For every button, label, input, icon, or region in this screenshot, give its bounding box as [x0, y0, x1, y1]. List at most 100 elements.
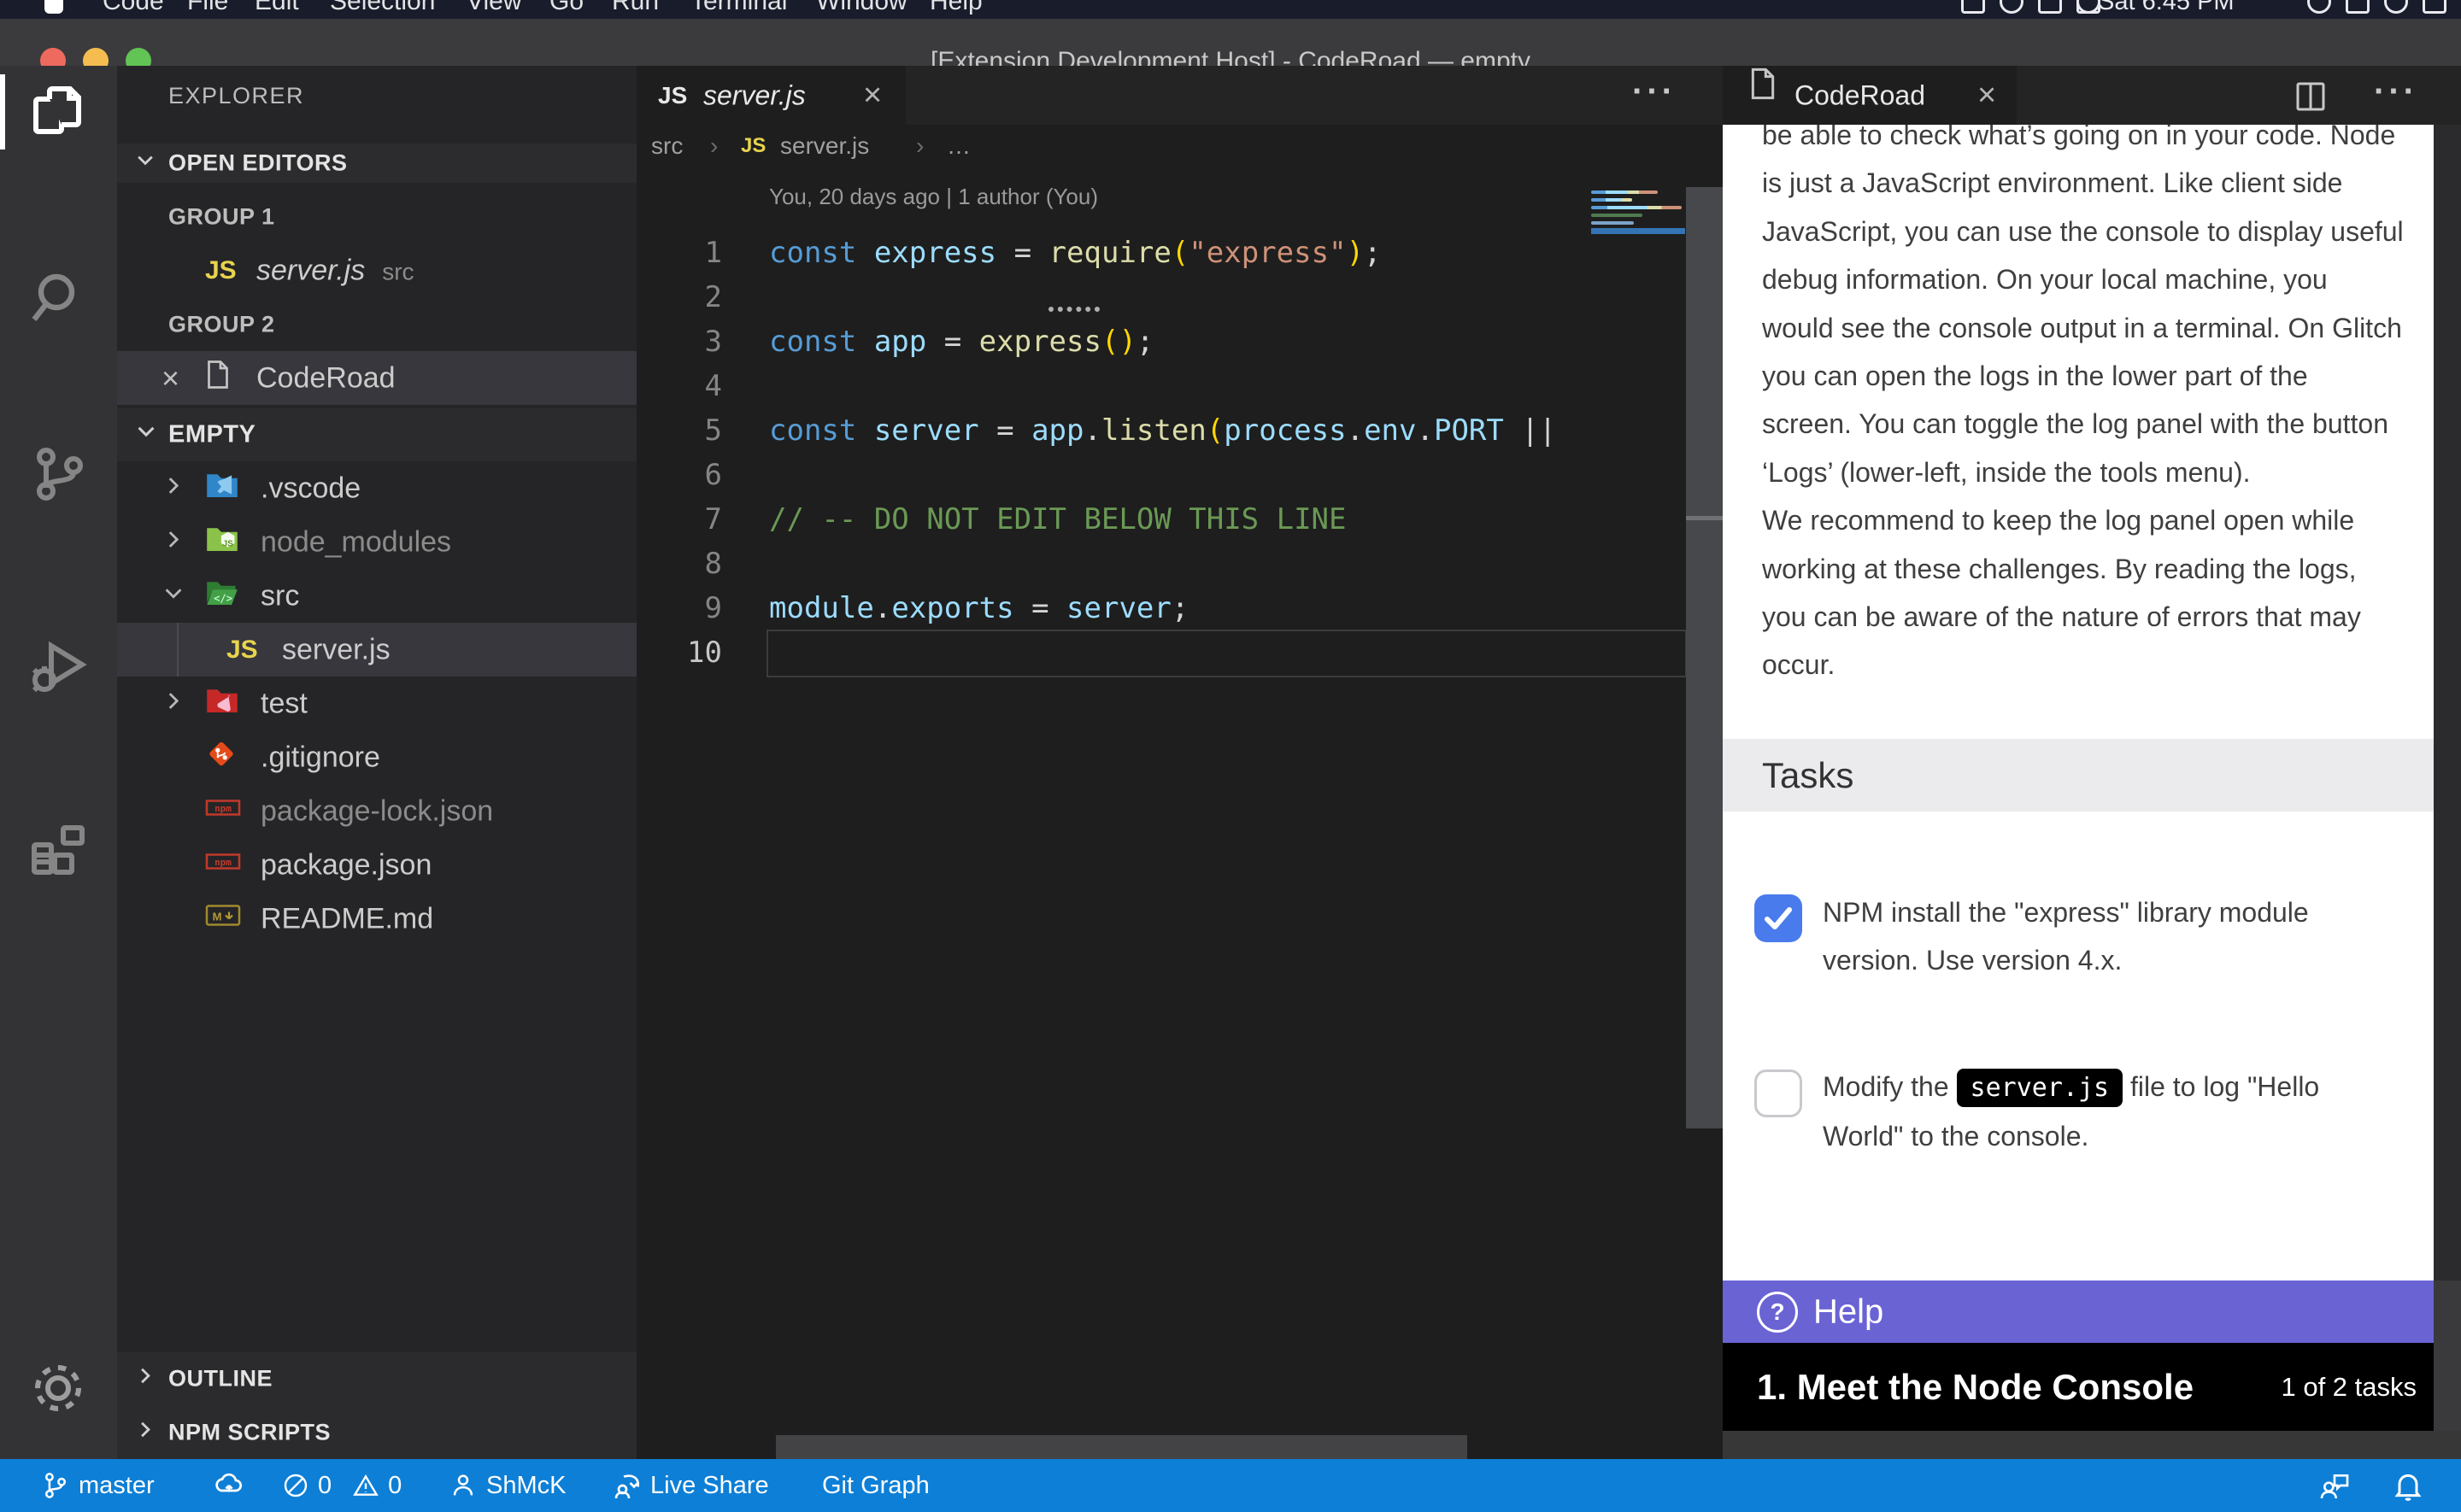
js-file-icon: JS — [741, 134, 766, 158]
source-control-icon[interactable] — [27, 443, 89, 505]
feedback-button[interactable] — [2317, 1459, 2352, 1512]
task-checkbox-checked[interactable] — [1754, 894, 1802, 942]
activity-bar — [0, 66, 117, 1459]
js-file-icon: JS — [658, 82, 687, 109]
line-number: 10 — [637, 630, 722, 675]
menu-item-view[interactable]: View — [467, 0, 521, 16]
help-section[interactable]: ? Help — [1723, 1281, 2434, 1343]
git-graph-button[interactable]: Git Graph — [822, 1459, 930, 1512]
code-line-6 — [769, 453, 1591, 497]
webview-scrollbar-track — [2434, 1281, 2461, 1431]
editor-actions-icon[interactable]: ··· — [1632, 73, 1677, 111]
lesson-footer[interactable]: 1. Meet the Node Console 1 of 2 tasks — [1723, 1343, 2434, 1431]
git-branch-button[interactable]: master — [41, 1459, 155, 1512]
menu-item-code[interactable]: Code — [103, 0, 164, 16]
open-editors-group[interactable]: GROUP 1 — [117, 190, 637, 243]
menu-item-go[interactable]: Go — [549, 0, 584, 16]
tree-item-test[interactable]: test — [117, 677, 637, 730]
open-editors-group[interactable]: GROUP 2 — [117, 297, 637, 351]
vertical-scrollbar[interactable] — [1686, 187, 1723, 1128]
live-share-icon — [611, 1470, 642, 1501]
lesson-paragraph: be able to check what’s going on in your… — [1762, 125, 2434, 689]
horizontal-scrollbar[interactable] — [776, 1435, 1467, 1459]
breadcrumb-item[interactable]: src — [651, 132, 683, 160]
breadcrumb: src›JSserver.js›… — [637, 125, 1686, 167]
explorer-icon[interactable] — [27, 80, 89, 142]
feedback-icon — [2317, 1468, 2352, 1503]
code-line-4 — [769, 364, 1591, 408]
tree-item-readmemd[interactable]: MREADME.md — [117, 892, 637, 946]
minimap-current-line — [1591, 228, 1685, 234]
menu-item-edit[interactable]: Edit — [255, 0, 299, 16]
menu-item-selection[interactable]: Selection — [330, 0, 435, 16]
menu-item-window[interactable]: Window — [816, 0, 907, 16]
settings-gear-icon[interactable] — [27, 1357, 89, 1419]
editor-tab-bar: JS server.js × ··· — [637, 66, 1723, 125]
open-editor-item-server.js[interactable]: JSserver.jssrc — [117, 243, 637, 297]
task-checkbox-unchecked[interactable] — [1754, 1070, 1802, 1117]
section-npm-scripts[interactable]: NPM SCRIPTS — [117, 1405, 637, 1459]
open-editor-item-coderoad[interactable]: ×CodeRoad — [117, 351, 637, 405]
bell-icon — [2391, 1468, 2425, 1503]
split-editor-icon[interactable] — [2294, 79, 2328, 118]
menu-item-terminal[interactable]: Terminal — [690, 0, 787, 16]
menu-item-run[interactable]: Run — [612, 0, 659, 16]
minimap[interactable] — [1591, 175, 1685, 653]
line-number: 4 — [637, 364, 722, 408]
search-icon[interactable] — [27, 268, 89, 330]
close-tab-icon[interactable]: × — [1977, 77, 1996, 114]
sync-changes-button[interactable] — [214, 1459, 244, 1512]
menubar-clock[interactable]: Sat 6:45 PM — [2098, 0, 2235, 16]
tree-item-serverjs[interactable]: JSserver.js — [117, 623, 637, 677]
code-line-7: // -- DO NOT EDIT BELOW THIS LINE — [769, 497, 1591, 542]
menu-item-file[interactable]: File — [187, 0, 228, 16]
active-view-indicator — [0, 74, 5, 149]
close-editor-icon[interactable]: × — [162, 360, 179, 396]
live-share-button[interactable]: Live Share — [611, 1459, 769, 1512]
chevron-right-icon — [134, 1418, 156, 1446]
errors-warnings-button[interactable]: 0 0 — [282, 1459, 402, 1512]
publish-icon — [214, 1470, 244, 1501]
hint-underline — [1048, 305, 1100, 312]
run-debug-icon[interactable] — [27, 636, 89, 697]
macos-menu-bar: Code File Edit Selection View Go Run Terminal Wi… — [0, 0, 2461, 19]
task-description: NPM install the "express" library module… — [1823, 888, 2434, 984]
more-actions-icon[interactable]: ··· — [2374, 73, 2418, 111]
section-folder-empty[interactable]: EMPTY — [117, 408, 637, 461]
tab-coderoad[interactable]: CodeRoad × — [1723, 66, 2017, 125]
breadcrumb-item[interactable]: server.js — [780, 132, 869, 160]
js-icon: JS — [226, 636, 258, 665]
tab-server-js[interactable]: JS server.js × — [637, 66, 906, 125]
close-tab-icon[interactable]: × — [863, 77, 882, 114]
tree-item-package-lockjson[interactable]: npmpackage-lock.json — [117, 784, 637, 838]
chevron-right-icon — [162, 687, 185, 720]
code-line-3: const app = express(); — [769, 319, 1591, 364]
section-outline[interactable]: OUTLINE — [117, 1352, 637, 1405]
codelens-annotation[interactable]: You, 20 days ago | 1 author (You) — [769, 184, 1098, 210]
vscode-folder-icon — [205, 470, 239, 507]
menu-item-help[interactable]: Help — [930, 0, 983, 16]
extensions-icon[interactable] — [27, 819, 89, 881]
branch-icon — [41, 1471, 70, 1500]
section-open-editors[interactable]: OPEN EDITORS — [117, 144, 637, 183]
breadcrumb-item[interactable]: … — [947, 132, 971, 160]
editor-group: JS server.js × ··· src›JSserver.js›… You… — [637, 66, 1723, 1459]
svg-text:npm: npm — [214, 803, 232, 814]
tree-item-packagejson[interactable]: npmpackage.json — [117, 838, 637, 892]
line-number: 8 — [637, 542, 722, 586]
npm-icon: npm — [205, 848, 241, 882]
svg-text:</>: </> — [214, 592, 232, 604]
coderoad-webview: be able to check what’s going on in your… — [1723, 125, 2434, 1281]
account-button[interactable]: ShMcK — [449, 1459, 566, 1512]
chevron-down-icon — [134, 149, 156, 178]
tree-item-src[interactable]: </>src — [117, 569, 637, 623]
svg-text:npm: npm — [214, 857, 232, 868]
tree-item-node_modules[interactable]: JSnode_modules — [117, 515, 637, 569]
webview-scrollbar[interactable] — [2434, 125, 2461, 1281]
sidebar-title: EXPLORER — [168, 83, 304, 109]
apple-logo-icon[interactable] — [44, 0, 63, 14]
notifications-bell-button[interactable] — [2391, 1459, 2425, 1512]
tree-item-gitignore[interactable]: .gitignore — [117, 730, 637, 784]
tree-item-vscode[interactable]: .vscode — [117, 461, 637, 515]
current-line-highlight — [766, 630, 1687, 677]
